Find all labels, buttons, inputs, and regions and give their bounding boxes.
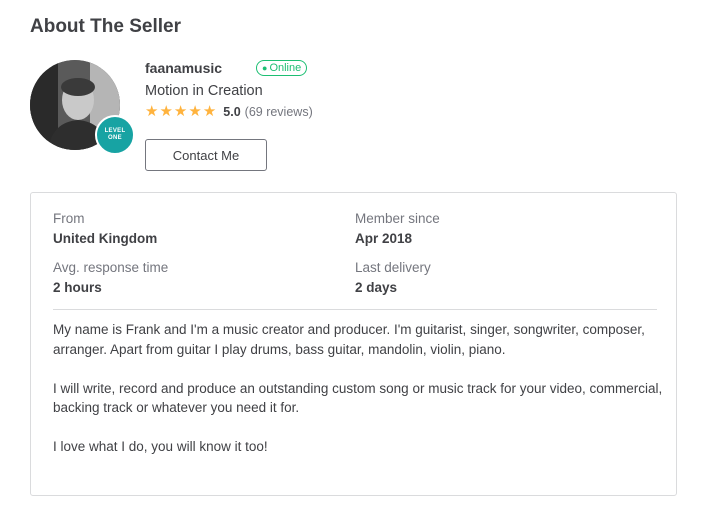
description-paragraph: I love what I do, you will know it too!: [53, 439, 268, 454]
stat-from: From United Kingdom: [53, 211, 157, 246]
divider: [53, 309, 657, 310]
stat-value: 2 days: [355, 280, 398, 295]
review-count[interactable]: (69 reviews): [245, 105, 313, 119]
stat-label: Member since: [355, 211, 440, 226]
description-paragraph: My name is Frank and I'm a music creator…: [53, 322, 645, 357]
rating-score: 5.0: [223, 105, 241, 119]
star-icon: ★: [145, 103, 159, 120]
level-badge-line2: ONE: [108, 135, 122, 141]
stat-response-time: Avg. response time 2 hours: [53, 260, 168, 295]
contact-me-button[interactable]: Contact Me: [145, 139, 267, 171]
star-icon: ★: [159, 103, 173, 120]
seller-info-card: From United Kingdom Member since Apr 201…: [30, 192, 677, 496]
section-title: About The Seller: [30, 16, 181, 37]
online-dot-icon: ●: [262, 63, 268, 73]
stat-last-delivery: Last delivery 2 days: [355, 260, 431, 295]
rating-stars: ★ ★ ★ ★ ★: [145, 104, 217, 120]
online-status-label: Online: [269, 62, 302, 74]
seller-username[interactable]: faanamusic: [145, 60, 222, 76]
stat-label: Avg. response time: [53, 260, 169, 275]
stat-value: United Kingdom: [53, 231, 158, 246]
star-icon: ★: [173, 103, 188, 120]
online-status-badge: ● Online: [256, 60, 308, 76]
star-icon: ★: [202, 103, 217, 120]
stat-label: Last delivery: [355, 260, 431, 275]
stat-member-since: Member since Apr 2018: [355, 211, 440, 246]
seller-description: My name is Frank and I'm a music creator…: [53, 320, 663, 476]
star-icon: ★: [188, 103, 202, 120]
description-paragraph: I will write, record and produce an outs…: [53, 380, 663, 416]
level-badge-line1: LEVEL: [104, 128, 126, 134]
stat-label: From: [53, 211, 85, 226]
seller-tagline: Motion in Creation: [145, 83, 263, 99]
stat-value: Apr 2018: [355, 231, 413, 246]
seller-avatar-wrap[interactable]: LEVEL ONE: [30, 60, 135, 155]
level-badge: LEVEL ONE: [95, 115, 135, 155]
rating-row[interactable]: ★ ★ ★ ★ ★ 5.0 (69 reviews): [145, 104, 313, 120]
stat-value: 2 hours: [53, 280, 102, 295]
